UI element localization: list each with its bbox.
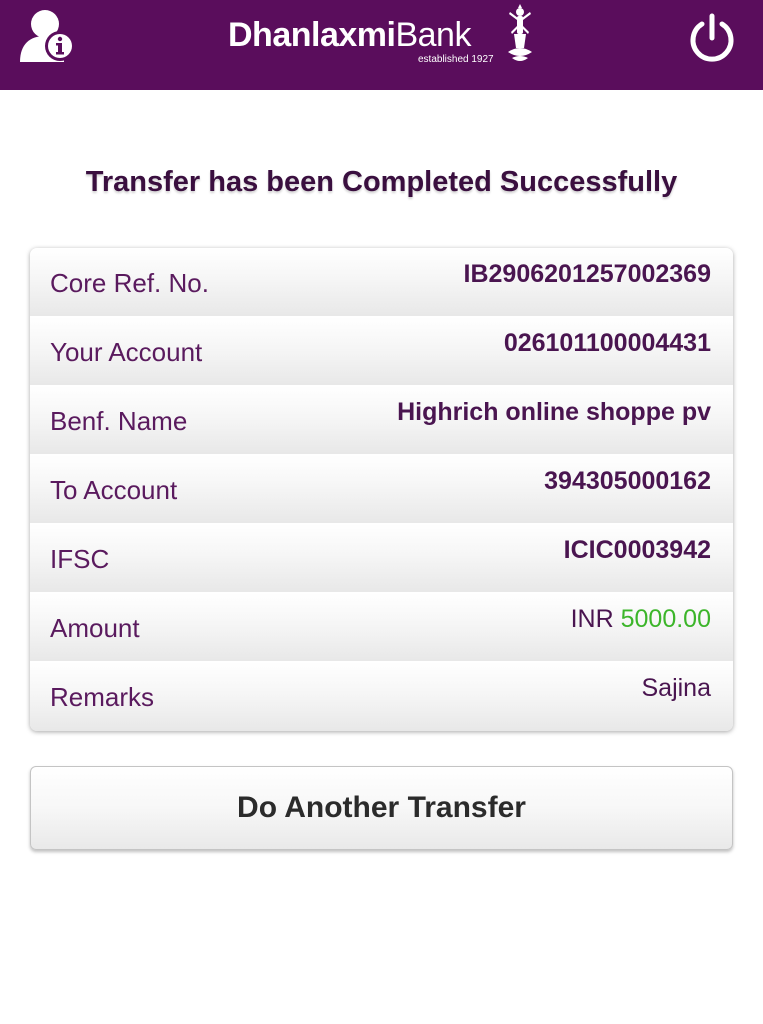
logout-power-icon[interactable] [686,12,738,64]
detail-label: Amount [50,613,140,643]
detail-label: Remarks [50,682,155,712]
detail-row-beneficiary-name: Benf. Name Highrich online shoppe pv [30,386,733,455]
detail-row-ifsc: IFSC ICIC0003942 [30,524,733,593]
detail-label: Your Account [50,337,203,367]
transfer-details-card: Core Ref. No. IB2906201257002369 Your Ac… [30,248,733,731]
lakshmi-emblem-icon [508,4,532,61]
detail-value: Highrich online shoppe pv [397,398,711,426]
detail-value: ICIC0003942 [563,536,711,564]
detail-value: 026101100004431 [503,329,711,357]
detail-label: To Account [50,475,178,505]
amount-number: 5000.00 [620,605,711,633]
do-another-transfer-button[interactable]: Do Another Transfer [30,766,733,850]
logo-tagline: established 1927 [418,54,494,65]
detail-row-to-account: To Account 394305000162 [30,455,733,524]
detail-row-amount: Amount INR 5000.00 [30,593,733,662]
logo-wordmark: DhanlaxmiBank [228,16,471,54]
detail-row-core-ref: Core Ref. No. IB2906201257002369 [30,248,733,317]
success-message: Transfer has been Completed Successfully [85,166,678,198]
bank-logo: DhanlaxmiBank established 1927 [228,4,538,68]
user-info-icon[interactable] [18,6,78,64]
detail-label: Benf. Name [50,406,188,436]
detail-row-your-account: Your Account 026101100004431 [30,317,733,386]
detail-value: Sajina [641,674,712,702]
detail-row-remarks: Remarks Sajina [30,662,733,731]
amount-currency: INR [570,605,614,633]
detail-value: IB2906201257002369 [463,260,711,288]
app-header: DhanlaxmiBank established 1927 [0,0,763,90]
detail-value: 394305000162 [544,467,711,495]
amount-value: INR 5000.00 [571,605,711,634]
detail-label: Core Ref. No. [50,268,209,298]
detail-label: IFSC [50,544,110,574]
